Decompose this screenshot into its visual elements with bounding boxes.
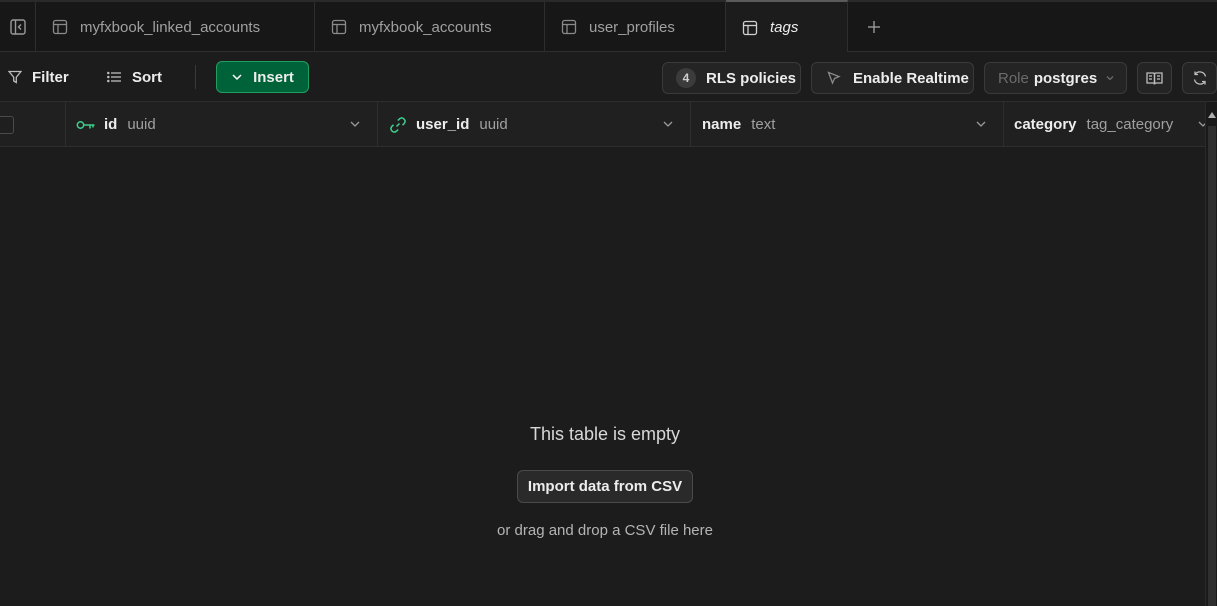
- key-icon: [76, 120, 95, 129]
- filter-icon: [8, 70, 22, 84]
- refresh-button[interactable]: [1182, 62, 1217, 94]
- column-header-user-id[interactable]: user_id uuid: [378, 102, 691, 147]
- tab-label: myfxbook_linked_accounts: [80, 18, 261, 36]
- column-type: tag_category: [1086, 116, 1174, 133]
- table-icon: [742, 20, 758, 36]
- drop-csv-hint: or drag and drop a CSV file here: [497, 522, 713, 539]
- filter-button[interactable]: Filter: [8, 52, 69, 102]
- tab-label: myfxbook_accounts: [359, 18, 492, 36]
- chevron-down-icon[interactable]: [975, 118, 987, 130]
- sort-button[interactable]: Sort: [107, 52, 162, 102]
- table-toolbar: Filter Sort Insert 4 RLS policies Enable…: [0, 52, 1217, 102]
- tab-myfxbook-linked-accounts[interactable]: myfxbook_linked_accounts: [36, 2, 315, 52]
- link-icon: [390, 116, 406, 133]
- grid-header: id uuid user_id uuid name text category …: [0, 102, 1208, 147]
- tab-myfxbook-accounts[interactable]: myfxbook_accounts: [315, 2, 545, 52]
- filter-label: Filter: [32, 68, 69, 86]
- book-icon: [1146, 71, 1163, 85]
- column-type: text: [751, 116, 776, 133]
- import-csv-label: Import data from CSV: [527, 478, 683, 495]
- tab-tags[interactable]: tags: [726, 0, 848, 53]
- role-prefix: Role: [998, 69, 1029, 87]
- sort-label: Sort: [132, 68, 162, 86]
- table-icon: [331, 19, 347, 35]
- chevron-down-icon: [232, 74, 242, 81]
- chevron-down-icon: [1106, 76, 1114, 81]
- column-type: uuid: [479, 116, 508, 133]
- sort-icon: [107, 71, 121, 83]
- sidebar-toggle-icon[interactable]: [0, 2, 36, 52]
- docs-button[interactable]: [1137, 62, 1172, 94]
- vertical-scrollbar[interactable]: [1205, 102, 1217, 606]
- rls-policies-button[interactable]: 4 RLS policies: [662, 62, 801, 94]
- column-name: name: [702, 116, 742, 133]
- table-icon: [561, 19, 577, 35]
- cursor-icon: [827, 71, 841, 85]
- toolbar-divider: [195, 65, 196, 89]
- enable-realtime-button[interactable]: Enable Realtime: [811, 62, 974, 94]
- scrollbar-thumb[interactable]: [1208, 126, 1216, 606]
- column-name: user_id: [416, 116, 470, 133]
- rls-label: RLS policies: [706, 69, 797, 87]
- rls-count-badge: 4: [676, 68, 696, 88]
- refresh-icon: [1193, 71, 1206, 85]
- role-value: postgres: [1033, 69, 1098, 87]
- insert-button[interactable]: Insert: [216, 61, 309, 93]
- add-tab-button[interactable]: [848, 2, 900, 52]
- tab-label: user_profiles: [589, 18, 675, 36]
- tab-user-profiles[interactable]: user_profiles: [545, 2, 726, 52]
- select-all-checkbox[interactable]: [0, 116, 14, 134]
- insert-label: Insert: [253, 68, 294, 86]
- column-header-name[interactable]: name text: [691, 102, 1004, 147]
- chevron-down-icon[interactable]: [349, 118, 361, 130]
- tab-label: tags: [770, 19, 799, 36]
- column-name: id: [104, 116, 118, 133]
- column-header-id[interactable]: id uuid: [66, 102, 378, 147]
- column-header-category[interactable]: category tag_category: [1004, 102, 1208, 147]
- import-csv-button[interactable]: Import data from CSV: [517, 470, 693, 503]
- plus-icon: [868, 21, 880, 33]
- chevron-down-icon[interactable]: [662, 118, 674, 130]
- realtime-label: Enable Realtime: [853, 69, 969, 87]
- empty-state-title: This table is empty: [529, 424, 681, 444]
- tab-bar: myfxbook_linked_accounts myfxbook_accoun…: [0, 0, 1217, 53]
- column-name: category: [1014, 116, 1077, 133]
- column-type: uuid: [127, 116, 156, 133]
- scroll-up-icon[interactable]: [1207, 110, 1217, 120]
- table-icon: [52, 19, 68, 35]
- select-column: [0, 102, 66, 147]
- role-selector[interactable]: Role postgres: [984, 62, 1127, 94]
